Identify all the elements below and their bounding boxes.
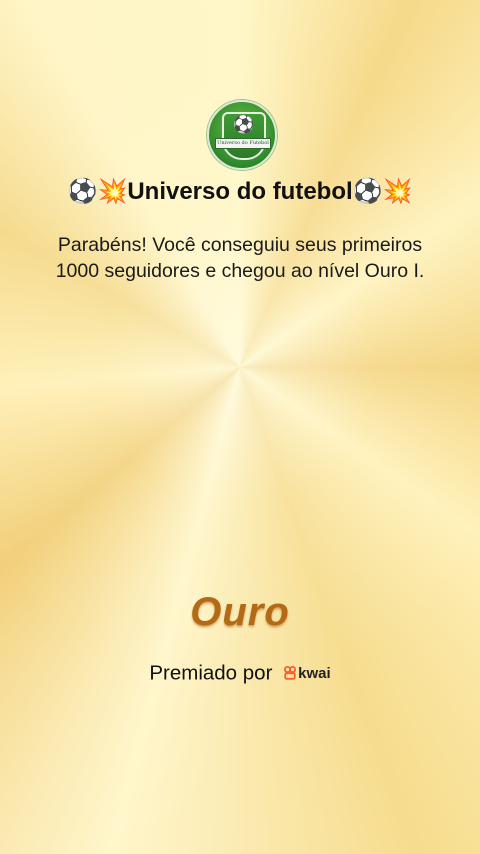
avatar-logo-text: Universo do Futebol [215,138,271,149]
awarded-by-label: Premiado por [149,661,273,685]
kwai-brand-text: kwai [298,665,331,683]
profile-title: ⚽💥Universo do futebol⚽💥 [67,178,413,205]
congrats-message: Parabéns! Você conseguiu seus primeiros … [55,234,425,282]
kwai-logo-icon [284,666,297,680]
kwai-brand: kwai [284,665,331,682]
awarded-by: Premiado por kwai [0,661,480,686]
achievement-screen: ⚽ Universo do Futebol ⚽💥Universo do fute… [0,0,480,854]
soccer-ball-icon: ⚽ [233,115,255,134]
level-badge-text: Ouro [190,590,290,634]
profile-avatar: ⚽ Universo do Futebol [207,100,277,170]
